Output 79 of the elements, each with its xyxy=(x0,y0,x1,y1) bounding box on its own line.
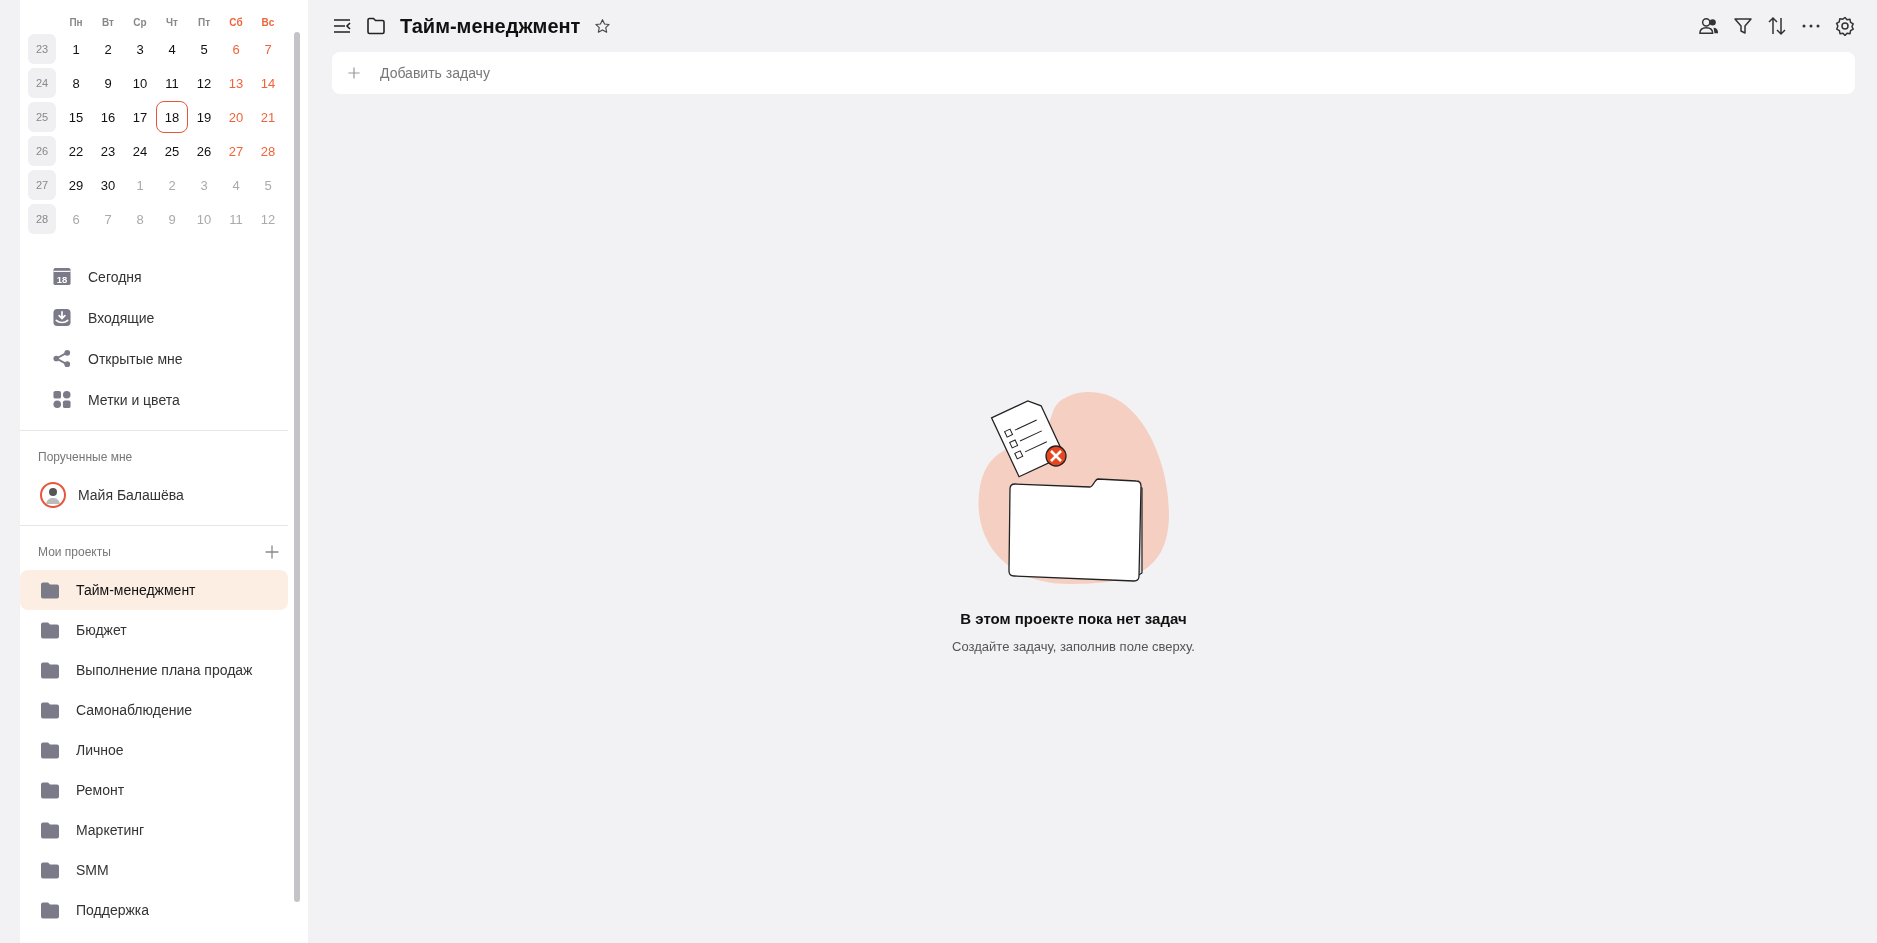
avatar-icon xyxy=(40,482,66,508)
calendar-day[interactable]: 29 xyxy=(60,169,92,201)
project-item[interactable]: SMM xyxy=(20,850,288,890)
week-number: 26 xyxy=(28,136,56,166)
calendar-day[interactable]: 16 xyxy=(92,101,124,133)
calendar-day[interactable]: 10 xyxy=(124,67,156,99)
calendar-day[interactable]: 17 xyxy=(124,101,156,133)
week-number: 27 xyxy=(28,170,56,200)
calendar-day[interactable]: 9 xyxy=(92,67,124,99)
weekday-label: Пт xyxy=(196,16,212,28)
project-item[interactable]: Выполнение плана продаж xyxy=(20,650,288,690)
folder-icon xyxy=(40,620,60,640)
nav-item[interactable]: Метки и цвета xyxy=(52,379,288,420)
star-icon[interactable] xyxy=(594,17,612,35)
project-item[interactable]: Поддержка xyxy=(20,890,288,930)
nav-item[interactable]: Входящие xyxy=(52,297,288,338)
calendar-day[interactable]: 8 xyxy=(60,67,92,99)
week-number: 28 xyxy=(28,204,56,234)
calendar-day[interactable]: 23 xyxy=(92,135,124,167)
grid-icon xyxy=(52,390,72,409)
week-number: 23 xyxy=(28,34,56,64)
calendar-day[interactable]: 11 xyxy=(156,67,188,99)
project-item[interactable]: Тайм-менеджмент xyxy=(20,570,288,610)
empty-state-text: Создайте задачу, заполнив поле сверху. xyxy=(952,639,1195,654)
weekday-label: Вт xyxy=(101,16,115,28)
folder-icon xyxy=(40,780,60,800)
settings-icon[interactable] xyxy=(1835,16,1855,36)
calendar-day[interactable]: 2 xyxy=(92,33,124,65)
people-icon[interactable] xyxy=(1699,16,1719,36)
weekday-label: Чт xyxy=(165,16,179,28)
calendar-day[interactable]: 3 xyxy=(124,33,156,65)
nav-item[interactable]: Открытые мне xyxy=(52,338,288,379)
nav-item[interactable]: 18 Сегодня xyxy=(52,256,288,297)
weekday-label: Пн xyxy=(68,16,84,28)
calendar-icon: 18 xyxy=(52,267,72,286)
person-item[interactable]: Майя Балашёва xyxy=(20,475,288,515)
add-icon xyxy=(346,65,362,81)
add-task-field[interactable]: Добавить задачу xyxy=(378,64,1841,82)
calendar-day[interactable]: 18 xyxy=(156,101,188,133)
weekday-label: Вс xyxy=(260,16,276,28)
weekday-label: Ср xyxy=(132,16,148,28)
section-heading: Порученные мне xyxy=(37,449,133,466)
project-item[interactable]: Маркетинг xyxy=(20,810,288,850)
share-icon xyxy=(52,349,72,368)
folder-icon xyxy=(40,660,60,680)
calendar-day[interactable]: 5 xyxy=(188,33,220,65)
calendar-day[interactable]: 30 xyxy=(92,169,124,201)
calendar-day[interactable]: 22 xyxy=(60,135,92,167)
folder-icon xyxy=(40,580,60,600)
sort-icon[interactable] xyxy=(1767,16,1787,36)
calendar-day[interactable]: 1 xyxy=(60,33,92,65)
project-item[interactable]: Ремонт xyxy=(20,770,288,810)
add-task-bar[interactable]: Добавить задачу xyxy=(332,52,1855,94)
filter-icon[interactable] xyxy=(1733,16,1753,36)
folder-icon xyxy=(40,740,60,760)
project-title: Тайм-менеджмент xyxy=(400,14,581,38)
folder-icon xyxy=(40,900,60,920)
calendar-day[interactable]: 24 xyxy=(124,135,156,167)
calendar-day[interactable]: 25 xyxy=(156,135,188,167)
folder-icon xyxy=(366,16,386,36)
calendar-day[interactable]: 4 xyxy=(156,33,188,65)
calendar-day[interactable]: 12 xyxy=(188,67,220,99)
week-number: 25 xyxy=(28,102,56,132)
folder-icon xyxy=(40,820,60,840)
inbox-icon xyxy=(52,308,72,327)
project-item[interactable]: Самонаблюдение xyxy=(20,690,288,730)
project-item[interactable]: Личное xyxy=(20,730,288,770)
section-heading: Мои проекты xyxy=(37,544,111,561)
menu-icon[interactable] xyxy=(332,16,352,36)
calendar-day[interactable]: 19 xyxy=(188,101,220,133)
week-number: 24 xyxy=(28,68,56,98)
calendar-day[interactable]: 15 xyxy=(60,101,92,133)
folder-icon xyxy=(40,700,60,720)
empty-state-title: В этом проекте пока нет задач xyxy=(960,610,1187,627)
folder-icon xyxy=(40,860,60,880)
scrollbar[interactable] xyxy=(294,32,300,902)
calendar-day[interactable]: 26 xyxy=(188,135,220,167)
weekday-label: Сб xyxy=(228,16,244,28)
project-item[interactable]: Бюджет xyxy=(20,610,288,650)
